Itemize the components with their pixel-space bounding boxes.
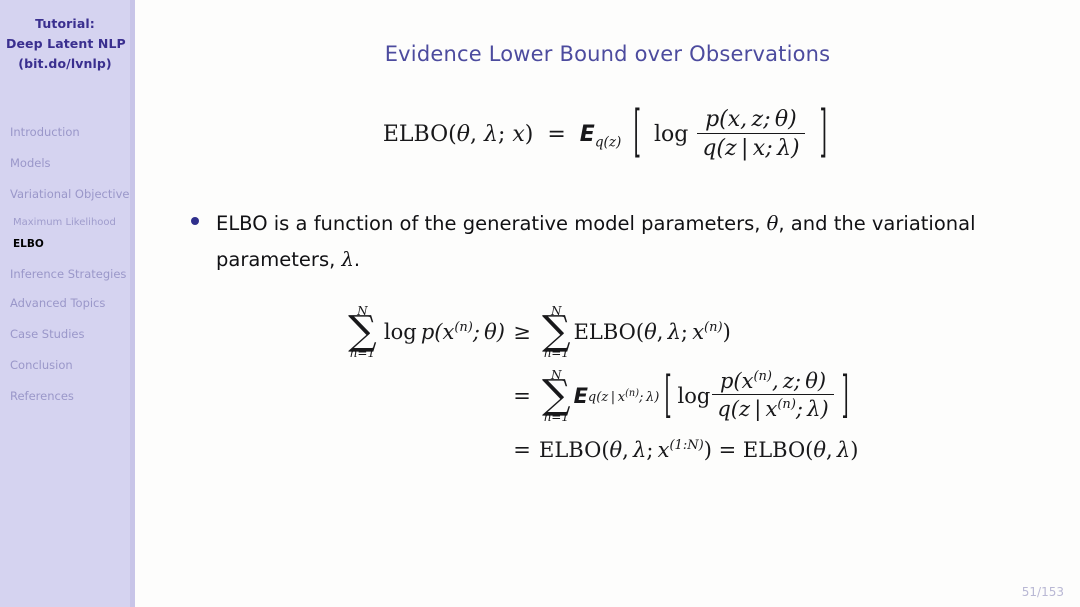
- bullet-marker-icon: [191, 217, 199, 225]
- expectation-subscript: q(z | x(n); λ): [587, 387, 660, 405]
- equation-relation: =: [540, 122, 573, 147]
- summation-symbol: N ∑ n=1: [542, 305, 571, 359]
- fraction-numerator: p(x(n), z; θ): [712, 369, 834, 395]
- presentation-slide: Tutorial: Deep Latent NLP (bit.do/lvnlp)…: [0, 0, 1080, 607]
- sidebar-item-label: Introduction: [10, 125, 80, 139]
- elbo-term: ELBO(θ, λ; x(n)): [573, 319, 731, 345]
- sidebar-item-conclusion[interactable]: Conclusion: [0, 358, 130, 373]
- equation-line-1: N ∑ n=1 log p(x(n); θ) ≥ N ∑ n=1 ELBO(θ,…: [285, 300, 1080, 364]
- bracket-close: ]: [841, 366, 849, 424]
- bracket-close: ]: [819, 101, 827, 166]
- fraction-denominator: q(z | x; λ): [702, 136, 800, 161]
- equation-line-3-rhs: ELBO(θ, λ; x(1:N)) = ELBO(θ, λ): [539, 438, 858, 462]
- sidebar-title-line-3: (bit.do/lvnlp): [18, 56, 112, 71]
- sidebar-item-label: Variational Objective: [10, 187, 130, 201]
- expectation-subscript: q(z): [594, 134, 622, 151]
- sidebar-item-case-studies[interactable]: Case Studies: [0, 327, 130, 342]
- sidebar-item-variational-objective[interactable]: Variational Objective: [0, 187, 130, 202]
- sidebar-navigation: Tutorial: Deep Latent NLP (bit.do/lvnlp)…: [0, 0, 130, 607]
- log-operator: log: [677, 383, 711, 408]
- sidebar-item-label: Conclusion: [10, 358, 73, 372]
- fraction-denominator: q(z | x(n); λ): [717, 396, 829, 422]
- elbo-term-full-dataset: ELBO(θ, λ; x(1:N)): [539, 437, 712, 463]
- slide-content: Evidence Lower Bound over Observations E…: [135, 0, 1080, 607]
- log-operator: log: [653, 122, 689, 147]
- sum-lower-limit: n=1: [543, 409, 569, 424]
- sidebar-item-elbo[interactable]: ELBO: [0, 237, 130, 251]
- sidebar-title-line-1: Tutorial:: [35, 16, 95, 31]
- bullet-text-part-3: .: [353, 248, 361, 271]
- sidebar-item-models[interactable]: Models: [0, 156, 130, 171]
- equation-line-1-rhs: N ∑ n=1 ELBO(θ, λ; x(n)): [539, 305, 731, 359]
- relation-geq: ≥: [513, 320, 531, 344]
- sidebar-item-label: Models: [10, 156, 51, 170]
- sigma-glyph: ∑: [542, 372, 571, 419]
- fraction: p(x, z; θ) q(z | x; λ): [697, 107, 805, 161]
- equation-lhs: ELBO(θ, λ; x): [382, 122, 534, 147]
- sidebar-item-list: Introduction Models Variational Objectiv…: [0, 125, 130, 420]
- expectation-symbol: E: [573, 383, 588, 408]
- sum-lower-limit: n=1: [543, 345, 569, 360]
- bullet-text-part-1: ELBO is a function of the generative mod…: [216, 212, 767, 235]
- sidebar-item-label: Advanced Topics: [10, 296, 106, 310]
- elbo-term-params: ELBO(θ, λ): [742, 438, 859, 462]
- bracket-open: [: [634, 101, 642, 166]
- bracket-open: [: [664, 366, 672, 424]
- equation-line-2: = N ∑ n=1 Eq(z | x(n); λ) [ log p(x(n), …: [285, 364, 1080, 428]
- equation-elbo-definition: ELBO(θ, λ; x) = Eq(z) [ log p(x, z; θ) q…: [135, 102, 1080, 166]
- sidebar-title-line-2: Deep Latent NLP: [6, 36, 126, 51]
- sidebar-item-inference-strategies[interactable]: Inference Strategies: [0, 267, 130, 282]
- bullet-item: ELBO is a function of the generative mod…: [135, 206, 1080, 278]
- slide-title: Evidence Lower Bound over Observations: [384, 42, 831, 66]
- fraction: p(x(n), z; θ) q(z | x(n); λ): [712, 369, 834, 422]
- log-argument: p(x(n); θ): [420, 319, 505, 345]
- sidebar-item-label: ELBO: [13, 238, 44, 250]
- bullet-text: ELBO is a function of the generative mod…: [216, 206, 976, 278]
- bullet-symbol-lambda: λ: [341, 248, 354, 271]
- sidebar-item-advanced-topics[interactable]: Advanced Topics: [0, 296, 130, 311]
- sidebar-title: Tutorial: Deep Latent NLP (bit.do/lvnlp): [0, 0, 130, 74]
- equation-line-1-lhs: N ∑ n=1 log p(x(n); θ): [285, 305, 505, 359]
- summation-symbol: N ∑ n=1: [542, 369, 571, 423]
- summation-symbol: N ∑ n=1: [348, 305, 377, 359]
- sigma-glyph: ∑: [348, 308, 377, 355]
- sidebar-item-references[interactable]: References: [0, 389, 130, 404]
- page-number: 51/153: [1021, 585, 1064, 599]
- bullet-symbol-theta: θ: [766, 212, 779, 235]
- relation-equals-2: =: [711, 438, 743, 462]
- equation-block-aligned: N ∑ n=1 log p(x(n); θ) ≥ N ∑ n=1 ELBO(θ,…: [135, 300, 1080, 472]
- equation-line-2-rhs: N ∑ n=1 Eq(z | x(n); λ) [ log p(x(n), z;…: [539, 366, 854, 424]
- sidebar-item-maximum-likelihood[interactable]: Maximum Likelihood: [0, 216, 130, 230]
- sidebar-item-label: Inference Strategies: [10, 267, 127, 281]
- sidebar-item-label: Maximum Likelihood: [13, 217, 116, 228]
- equation-line-3: = ELBO(θ, λ; x(1:N)) = ELBO(θ, λ): [285, 428, 1080, 472]
- sum-lower-limit: n=1: [349, 345, 376, 360]
- relation-equals: =: [513, 438, 531, 462]
- relation-equals: =: [513, 384, 531, 408]
- fraction-numerator: p(x, z; θ): [697, 107, 805, 134]
- log-operator: log: [379, 319, 421, 344]
- sigma-glyph: ∑: [542, 308, 571, 355]
- sidebar-item-label: Case Studies: [10, 327, 85, 341]
- expectation-symbol: E: [579, 122, 595, 147]
- sidebar-item-label: References: [10, 389, 74, 403]
- sidebar-item-introduction[interactable]: Introduction: [0, 125, 130, 140]
